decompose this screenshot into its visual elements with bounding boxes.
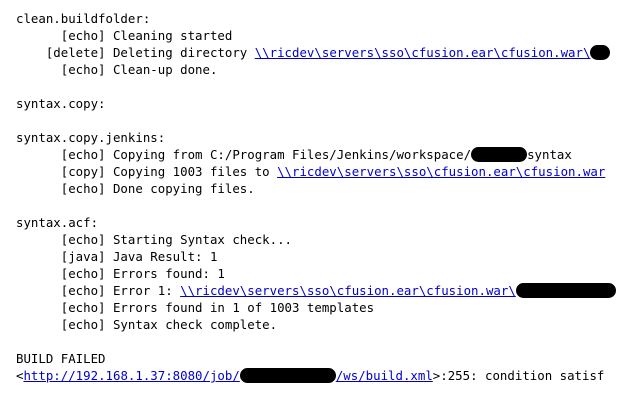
log-line: [echo] Errors found in 1 of 1003 templat… [16,299,640,316]
log-line: syntax.copy.jenkins: [16,129,640,146]
log-text: [echo] Syntax check complete. [16,317,278,332]
log-text: [echo] Error 1: [16,283,181,298]
console-output: clean.buildfolder: [echo] Cleaning start… [16,10,640,400]
log-line: syntax.copy: [16,95,640,112]
target-syntax-copy-jenkins: syntax.copy.jenkins: [16,130,166,145]
log-text: [echo] Copying from C:/Program Files/Jen… [16,147,472,162]
log-text: [copy] Copying 1003 files to [16,164,278,179]
log-line: [echo] Errors found: 1 [16,265,640,282]
log-text: syntax [527,147,572,162]
log-text: [echo] Errors found in 1 of 1003 templat… [16,300,375,315]
log-line: [echo] Copying from C:/Program Files/Jen… [16,146,640,163]
redaction-mark [590,45,611,60]
log-line: [echo] Cleaning started [16,27,640,44]
delete-path-link[interactable]: \\ricdev\servers\sso\cfusion.ear\cfusion… [255,45,591,60]
log-line: [echo] Clean-up done. [16,61,640,78]
build-failed-status: BUILD FAILED [16,351,106,366]
log-text: [echo] Cleaning started [16,28,233,43]
log-text: [echo] Done copying files. [16,181,255,196]
target-syntax-acf: syntax.acf: [16,215,99,230]
redaction-mark [515,283,616,298]
log-line: [copy] Copying 1003 files to \\ricdev\se… [16,163,640,180]
log-text: [echo] Clean-up done. [16,62,218,77]
link-text: /ws/build.xml [335,368,433,383]
log-line: <http://192.168.1.37:8080/job//ws/build.… [16,367,640,384]
log-line: [echo] Syntax check complete. [16,316,640,333]
redaction-mark [471,147,528,162]
error-path-link[interactable]: \\ricdev\servers\sso\cfusion.ear\cfusion… [180,283,516,298]
log-line: [delete] Deleting directory \\ricdev\ser… [16,44,640,61]
target-syntax-copy: syntax.copy: [16,96,106,111]
log-text: [java] Java Result: 1 [16,249,218,264]
log-line: syntax.acf: [16,214,640,231]
copy-target-link[interactable]: \\ricdev\servers\sso\cfusion.ear\cfusion… [277,164,605,179]
log-line: BUILD FAILED [16,350,640,367]
log-line: clean.buildfolder: [16,10,640,27]
log-text: >:255: condition satisf [432,368,605,383]
log-text: [echo] Errors found: 1 [16,266,225,281]
log-line: [echo] Error 1: \\ricdev\servers\sso\cfu… [16,282,640,299]
log-line: [echo] Done copying files. [16,180,640,197]
log-line: [java] Java Result: 1 [16,248,640,265]
target-clean-buildfolder: clean.buildfolder: [16,11,151,26]
log-text: [delete] Deleting directory [16,45,255,60]
log-line: [echo] Starting Syntax check... [16,231,640,248]
link-text: http://192.168.1.37:8080/job/ [23,368,240,383]
log-text: [echo] Starting Syntax check... [16,232,293,247]
redaction-mark [239,368,336,383]
build-xml-link[interactable]: http://192.168.1.37:8080/job/ /ws/build.x… [23,368,433,383]
